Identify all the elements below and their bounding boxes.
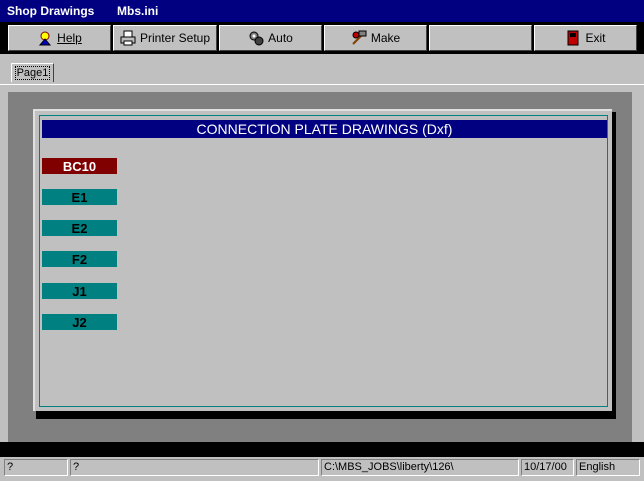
auto-label: Auto — [268, 31, 293, 45]
status-date: 10/17/00 — [521, 459, 574, 476]
tools-icon — [351, 30, 367, 46]
exit-door-icon — [565, 30, 581, 46]
tab-strip: Page1 — [0, 54, 644, 84]
gear-icon — [248, 30, 264, 46]
drawing-item-bc10[interactable]: BC10 — [42, 158, 117, 174]
drawing-item-j2[interactable]: J2 — [42, 314, 117, 330]
tab-page1-label: Page1 — [14, 66, 51, 80]
printer-setup-label: Printer Setup — [139, 31, 211, 45]
connection-plate-panel: CONNECTION PLATE DRAWINGS (Dxf) BC10 E1 … — [33, 109, 612, 411]
make-button[interactable]: Make — [324, 25, 427, 51]
exit-label: Exit — [585, 31, 606, 45]
drawing-item-j1[interactable]: J1 — [42, 283, 117, 299]
status-field-2: ? — [70, 459, 319, 476]
drawing-item-f2[interactable]: F2 — [42, 251, 117, 267]
help-label: Help — [57, 31, 82, 45]
status-language: English — [576, 459, 640, 476]
printer-icon — [120, 30, 136, 46]
tab-divider — [0, 84, 644, 85]
tab-page1[interactable]: Page1 — [11, 63, 54, 82]
title-bar: Shop Drawings Mbs.ini — [0, 0, 644, 22]
status-path: C:\MBS_JOBS\liberty\126\ — [321, 459, 519, 476]
panel-frame: CONNECTION PLATE DRAWINGS (Dxf) BC10 E1 … — [39, 115, 608, 407]
drawing-item-e2[interactable]: E2 — [42, 220, 117, 236]
printer-setup-button[interactable]: Printer Setup — [113, 25, 217, 51]
bottom-bar — [0, 442, 644, 457]
empty-toolbar-button[interactable] — [429, 25, 532, 51]
file-title: Mbs.ini — [117, 4, 159, 18]
panel-title: CONNECTION PLATE DRAWINGS (Dxf) — [42, 120, 607, 138]
toolbar: Help Printer Setup Auto Make Exit — [0, 22, 644, 54]
auto-button[interactable]: Auto — [219, 25, 322, 51]
app-title: Shop Drawings — [7, 4, 95, 18]
help-icon — [37, 30, 53, 46]
help-button[interactable]: Help — [8, 25, 111, 51]
status-bar: ? ? C:\MBS_JOBS\liberty\126\ 10/17/00 En… — [0, 457, 644, 481]
drawing-item-e1[interactable]: E1 — [42, 189, 117, 205]
exit-button[interactable]: Exit — [534, 25, 637, 51]
status-field-1: ? — [4, 459, 68, 476]
make-label: Make — [370, 31, 401, 45]
